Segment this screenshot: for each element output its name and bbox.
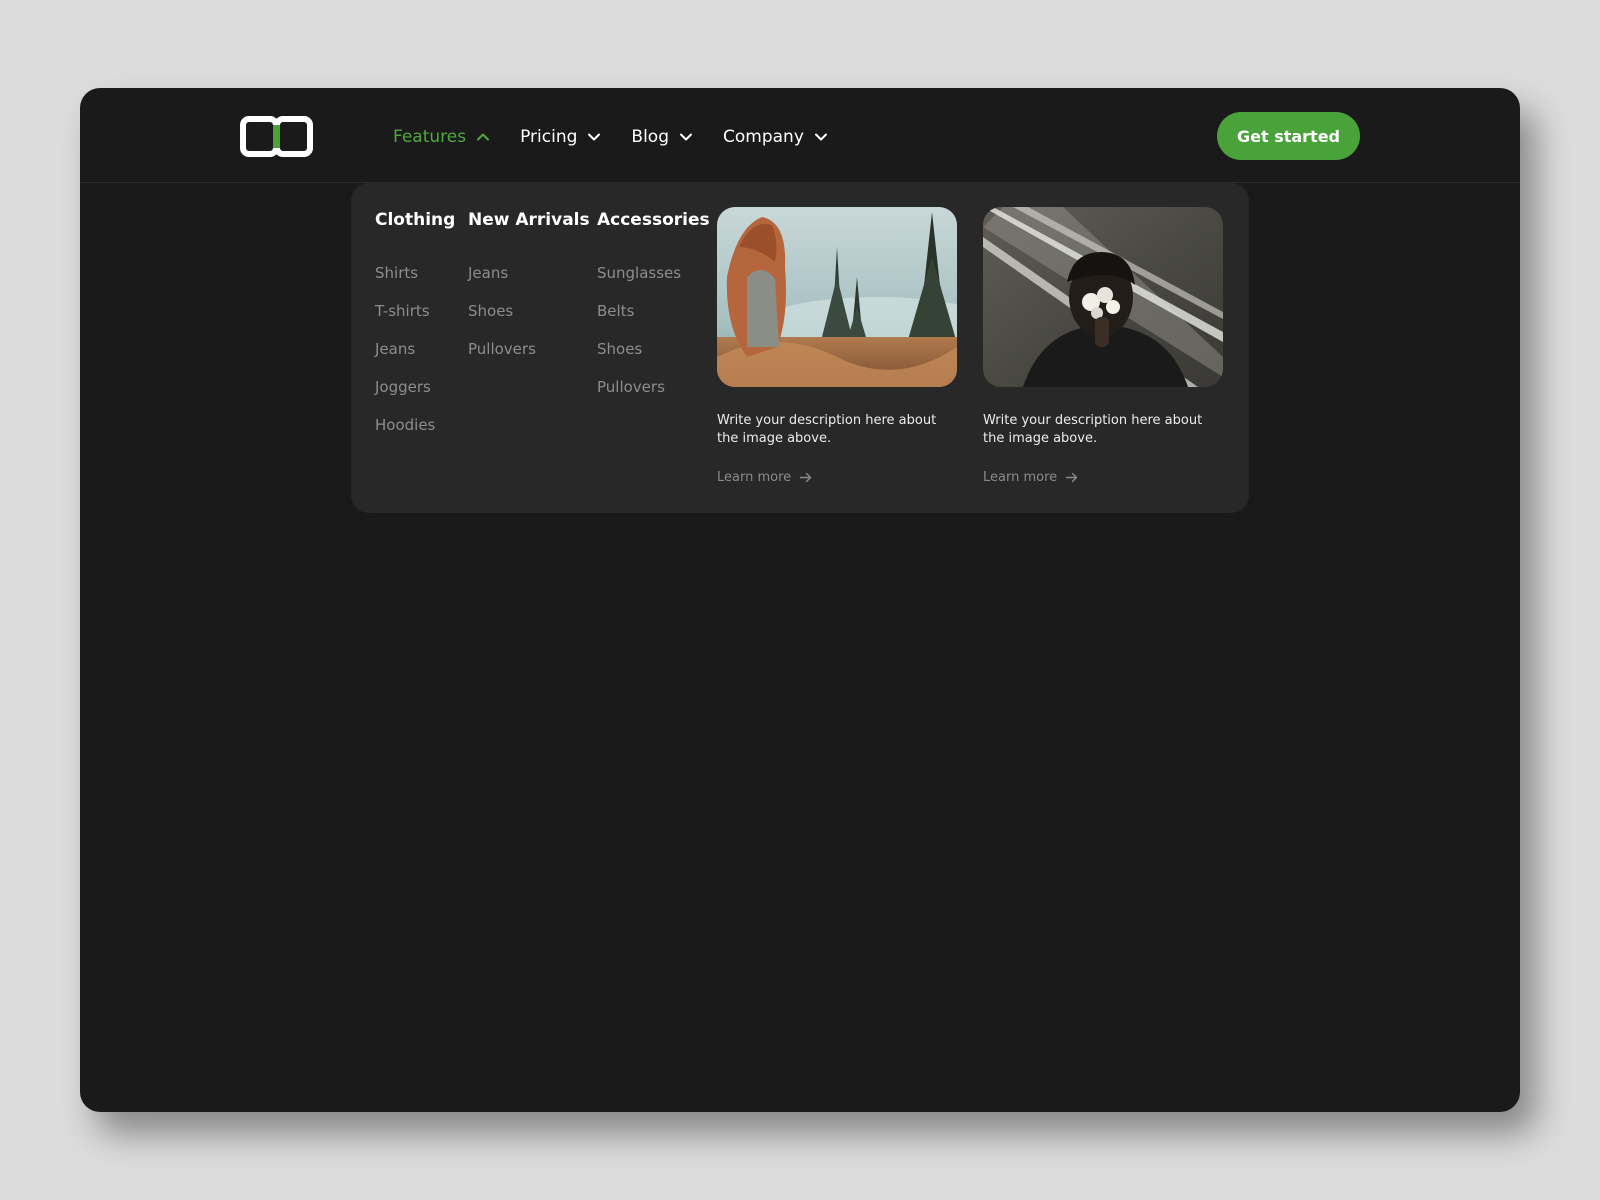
menu-link[interactable]: Belts [597, 302, 710, 340]
column-title: New Arrivals [468, 210, 590, 230]
menu-link[interactable]: Sunglasses [597, 264, 710, 302]
menu-link[interactable]: T-shirts [375, 302, 455, 340]
column-title: Accessories [597, 210, 710, 230]
nav-company[interactable]: Company [723, 124, 828, 150]
chevron-down-icon [680, 133, 692, 141]
feature-card-portrait: Write your description here about the im… [983, 207, 1223, 485]
menu-link[interactable]: Shirts [375, 264, 455, 302]
app-window: Features Pricing Blog Company Get starte… [80, 88, 1520, 1112]
nav-features-label: Features [393, 127, 467, 147]
menu-link[interactable]: Jeans [468, 264, 590, 302]
logo-mark-icon[interactable] [240, 116, 313, 157]
chevron-up-icon [477, 133, 490, 141]
feature-card-forest: Write your description here about the im… [717, 207, 957, 485]
dropdown-column-clothing: Clothing Shirts T-shirts Jeans Joggers H… [375, 210, 455, 454]
menu-link[interactable]: Pullovers [597, 378, 710, 416]
menu-link[interactable]: Shoes [468, 302, 590, 340]
nav-features[interactable]: Features [393, 124, 490, 150]
nav-pricing-label: Pricing [520, 127, 578, 147]
learn-more-label: Learn more [983, 470, 1058, 485]
arrow-right-icon [1065, 472, 1078, 483]
arrow-right-icon [799, 472, 812, 483]
card-description: Write your description here about the im… [983, 413, 1203, 446]
menu-link[interactable]: Pullovers [468, 340, 590, 378]
menu-link[interactable]: Joggers [375, 378, 455, 416]
chevron-down-icon [814, 133, 827, 141]
main-nav: Features Pricing Blog Company [393, 124, 858, 150]
portrait-photo[interactable] [983, 207, 1223, 387]
dropdown-column-new-arrivals: New Arrivals Jeans Shoes Pullovers [468, 210, 590, 378]
learn-more-label: Learn more [717, 470, 792, 485]
menu-link[interactable]: Jeans [375, 340, 455, 378]
card-description: Write your description here about the im… [717, 413, 937, 446]
menu-link[interactable]: Shoes [597, 340, 710, 378]
get-started-button[interactable]: Get started [1217, 112, 1360, 160]
nav-blog-label: Blog [631, 127, 669, 147]
dropdown-column-accessories: Accessories Sunglasses Belts Shoes Pullo… [597, 210, 710, 416]
column-title: Clothing [375, 210, 456, 230]
nav-blog[interactable]: Blog [631, 124, 693, 150]
top-navigation-bar: Features Pricing Blog Company Get starte… [80, 88, 1520, 183]
learn-more-link[interactable]: Learn more [717, 470, 957, 485]
features-dropdown-panel: Clothing Shirts T-shirts Jeans Joggers H… [351, 183, 1249, 513]
nav-company-label: Company [723, 127, 804, 147]
learn-more-link[interactable]: Learn more [983, 470, 1223, 485]
chevron-down-icon [588, 133, 601, 141]
menu-link[interactable]: Hoodies [375, 416, 455, 454]
nav-pricing[interactable]: Pricing [520, 124, 601, 150]
forest-photo[interactable] [717, 207, 957, 387]
